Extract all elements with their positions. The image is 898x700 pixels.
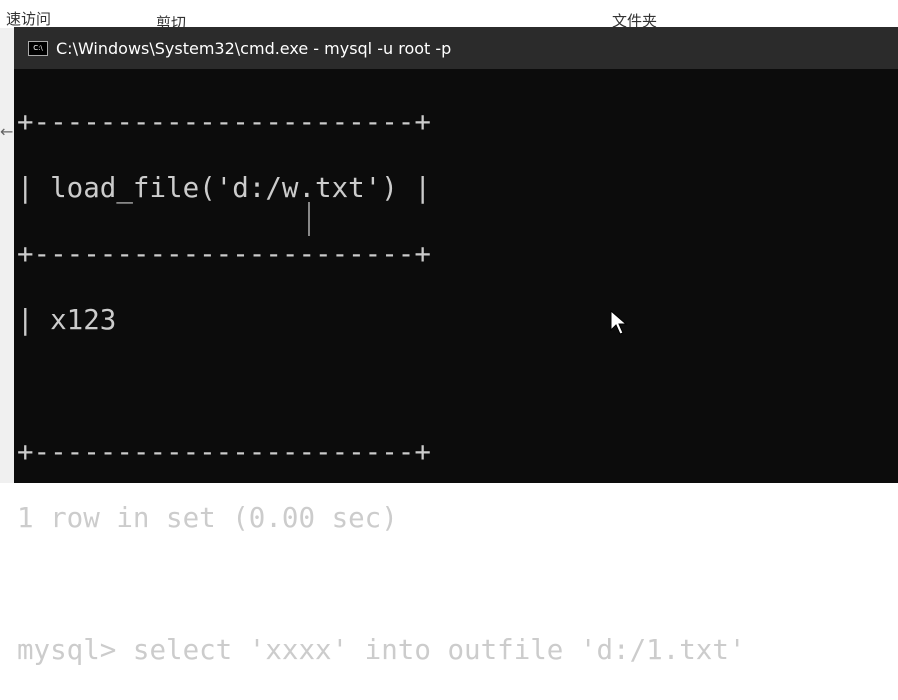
terminal-line: +-----------------------+ bbox=[17, 106, 431, 138]
terminal-line: +-----------------------+ bbox=[17, 436, 431, 468]
terminal-line: +-----------------------+ bbox=[17, 238, 431, 270]
ribbon-quick-access[interactable]: 速访问 bbox=[6, 8, 51, 29]
terminal-line: | x123 bbox=[17, 304, 117, 336]
terminal-output[interactable]: +-----------------------+ | load_file('d… bbox=[17, 73, 745, 700]
cmd-window[interactable]: C:\ C:\Windows\System32\cmd.exe - mysql … bbox=[14, 27, 898, 666]
window-title: C:\Windows\System32\cmd.exe - mysql -u r… bbox=[56, 38, 452, 58]
cmd-icon: C:\ bbox=[28, 40, 48, 56]
explorer-sidebar: ← bbox=[0, 28, 14, 483]
title-bar[interactable]: C:\ C:\Windows\System32\cmd.exe - mysql … bbox=[14, 27, 898, 69]
back-arrow-icon[interactable]: ← bbox=[0, 122, 13, 141]
terminal-line: | load_file('d:/w.txt') | bbox=[17, 172, 431, 204]
mouse-pointer-icon bbox=[610, 310, 628, 335]
explorer-ribbon: 速访问 剪切 文件夹 bbox=[0, 0, 898, 32]
text-cursor-icon bbox=[308, 202, 310, 236]
terminal-line: mysql> select 'xxxx' into outfile 'd:/1.… bbox=[17, 634, 746, 666]
terminal-line: 1 row in set (0.00 sec) bbox=[17, 502, 398, 534]
